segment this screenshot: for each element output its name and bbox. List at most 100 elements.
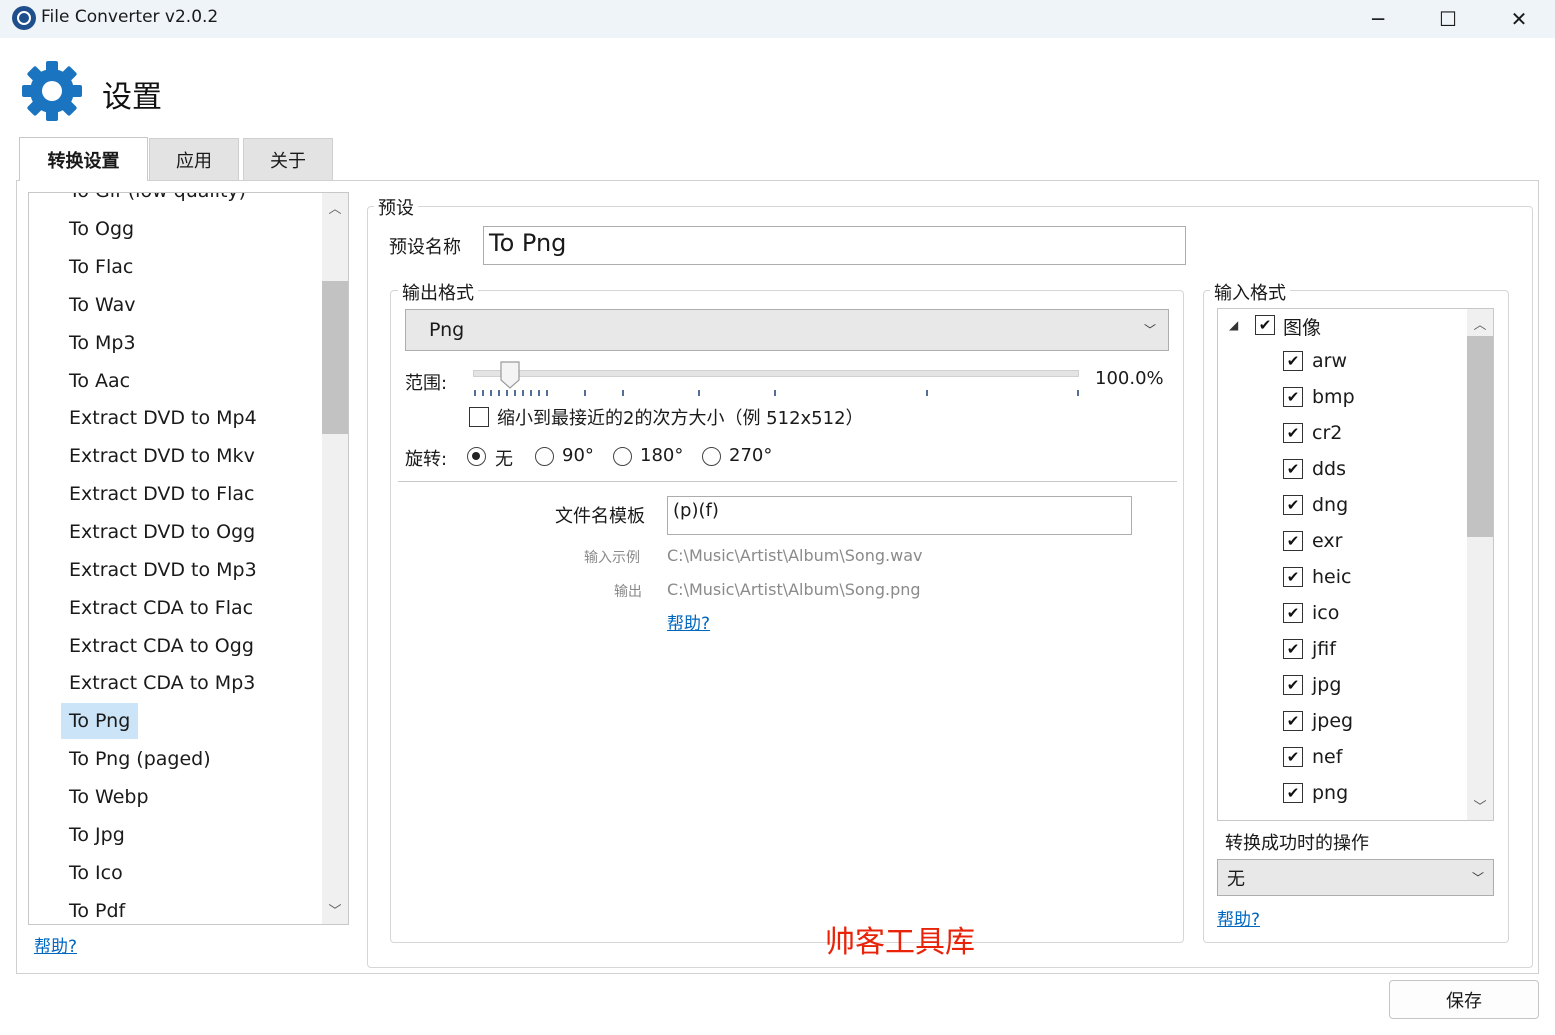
window-title: File Converter v2.0.2 <box>41 7 219 27</box>
watermark-text: 帅客工具库 <box>825 925 975 960</box>
format-checkbox[interactable]: ✔ <box>1283 423 1303 443</box>
list-item-selected[interactable]: To Png <box>61 703 139 739</box>
list-item[interactable]: To Ogg <box>61 211 142 247</box>
on-success-help-link[interactable]: 帮助? <box>1217 905 1260 930</box>
format-item-jpg[interactable]: ✔ jpg <box>1283 667 1341 703</box>
rotation-option-label: 90° <box>562 445 594 466</box>
list-item[interactable]: To Webp <box>61 779 157 815</box>
list-item[interactable]: Extract CDA to Flac <box>61 590 261 626</box>
list-item[interactable]: Extract DVD to Ogg <box>61 514 263 550</box>
format-item-jpeg[interactable]: ✔ jpeg <box>1283 703 1353 739</box>
scroll-up-arrow-icon[interactable]: ︿ <box>1468 314 1492 333</box>
format-checkbox[interactable]: ✔ <box>1283 783 1303 803</box>
rotation-label: 旋转: <box>405 449 448 470</box>
range-slider-thumb[interactable] <box>500 361 520 389</box>
list-item[interactable]: Extract DVD to Mp3 <box>61 552 265 588</box>
chevron-down-icon: ﹀ <box>1143 323 1156 337</box>
list-item[interactable]: To Png (paged) <box>61 741 219 777</box>
format-checkbox[interactable]: ✔ <box>1283 459 1303 479</box>
rotation-radio-180[interactable] <box>613 447 632 466</box>
format-item-bmp[interactable]: ✔ bmp <box>1283 379 1355 415</box>
save-button[interactable]: 保存 <box>1389 980 1539 1019</box>
format-item-heic[interactable]: ✔ heic <box>1283 559 1351 595</box>
range-value: 100.0% <box>1095 368 1164 389</box>
format-item-exr[interactable]: ✔ exr <box>1283 523 1342 559</box>
scroll-down-arrow-icon[interactable]: ﹀ <box>1468 796 1492 815</box>
resize-pow2-checkbox[interactable] <box>469 407 489 427</box>
list-item[interactable]: To Aac <box>61 363 138 399</box>
minimize-button[interactable]: ─ <box>1343 0 1413 38</box>
list-item[interactable]: To Flac <box>61 249 141 285</box>
input-example-value: C:\Music\Artist\Album\Song.wav <box>667 546 923 565</box>
tab-conversion-settings[interactable]: 转换设置 <box>19 137 148 182</box>
category-image-checkbox[interactable]: ✔ <box>1255 315 1275 335</box>
format-item-dng[interactable]: ✔ dng <box>1283 487 1348 523</box>
on-success-select[interactable]: 无 ﹀ <box>1217 859 1494 896</box>
format-checkbox[interactable]: ✔ <box>1283 603 1303 623</box>
scroll-up-arrow-icon[interactable]: ︿ <box>323 198 347 217</box>
range-slider-track[interactable] <box>473 370 1079 377</box>
rotation-radio-270[interactable] <box>702 447 721 466</box>
output-format-select[interactable]: Png ﹀ <box>405 309 1169 351</box>
tab-application[interactable]: 应用 <box>149 138 239 180</box>
format-checkbox[interactable]: ✔ <box>1283 531 1303 551</box>
rotation-radio-90[interactable] <box>535 447 554 466</box>
output-format-selected-value: Png <box>429 319 465 341</box>
format-item-dds[interactable]: ✔ dds <box>1283 451 1346 487</box>
page-title: 设置 <box>102 80 162 115</box>
close-button[interactable]: ✕ <box>1484 0 1554 38</box>
scroll-down-arrow-icon[interactable]: ﹀ <box>323 900 347 919</box>
preset-list-help-link[interactable]: 帮助? <box>34 932 77 957</box>
format-item-cr2[interactable]: ✔ cr2 <box>1283 415 1342 451</box>
format-label: dng <box>1312 494 1349 516</box>
format-label: nef <box>1312 746 1343 768</box>
list-item[interactable]: To Ico <box>61 855 131 891</box>
format-checkbox[interactable]: ✔ <box>1283 711 1303 731</box>
app-logo-icon <box>12 6 36 30</box>
format-checkbox[interactable]: ✔ <box>1283 387 1303 407</box>
chevron-down-icon: ﹀ <box>1471 871 1484 885</box>
list-item[interactable]: Extract DVD to Flac <box>61 476 262 512</box>
list-item[interactable]: Extract CDA to Ogg <box>61 628 262 664</box>
list-item[interactable]: To Mp3 <box>61 325 144 361</box>
list-item[interactable]: To Jpg <box>61 817 133 853</box>
output-example-value: C:\Music\Artist\Album\Song.png <box>667 580 921 599</box>
preset-name-input[interactable]: To Png <box>483 226 1186 265</box>
preset-list-scroll-thumb[interactable] <box>322 281 348 434</box>
format-item-png[interactable]: ✔ png <box>1283 775 1348 811</box>
list-item[interactable]: To Wav <box>61 287 144 323</box>
format-label: png <box>1312 782 1349 804</box>
on-success-label: 转换成功时的操作 <box>1225 833 1369 854</box>
preset-list[interactable]: To Gif (low quality) To Ogg To Flac To W… <box>28 192 349 925</box>
list-item[interactable]: Extract CDA to Mp3 <box>61 665 263 701</box>
list-item[interactable]: To Gif (low quality) <box>61 193 254 209</box>
format-label: jpg <box>1312 674 1342 696</box>
format-label: exr <box>1312 530 1343 552</box>
format-item-ico[interactable]: ✔ ico <box>1283 595 1339 631</box>
format-item-nef[interactable]: ✔ nef <box>1283 739 1342 775</box>
format-checkbox[interactable]: ✔ <box>1283 495 1303 515</box>
format-checkbox[interactable]: ✔ <box>1283 747 1303 767</box>
rotation-radio-none[interactable] <box>467 447 486 466</box>
format-label: dds <box>1312 458 1347 480</box>
preset-group-label: 预设 <box>374 194 418 220</box>
format-label: heic <box>1312 566 1352 588</box>
preset-name-label: 预设名称 <box>389 237 461 258</box>
format-checkbox[interactable]: ✔ <box>1283 675 1303 695</box>
format-item-jfif[interactable]: ✔ jfif <box>1283 631 1336 667</box>
list-item[interactable]: To Pdf <box>61 893 133 924</box>
format-checkbox[interactable]: ✔ <box>1283 351 1303 371</box>
tab-about[interactable]: 关于 <box>243 138 333 180</box>
input-formats-tree[interactable] <box>1217 308 1494 821</box>
format-checkbox[interactable]: ✔ <box>1283 567 1303 587</box>
filename-template-input[interactable]: (p)(f) <box>667 496 1132 535</box>
list-item[interactable]: Extract DVD to Mp4 <box>61 400 265 436</box>
tree-expand-icon[interactable]: ◢ <box>1229 318 1238 332</box>
divider <box>398 481 1177 482</box>
format-checkbox[interactable]: ✔ <box>1283 639 1303 659</box>
format-item-arw[interactable]: ✔ arw <box>1283 343 1347 379</box>
filename-template-help-link[interactable]: 帮助? <box>667 609 710 634</box>
input-formats-scroll-thumb[interactable] <box>1467 336 1493 537</box>
maximize-button[interactable]: ☐ <box>1413 0 1483 38</box>
list-item[interactable]: Extract DVD to Mkv <box>61 438 263 474</box>
